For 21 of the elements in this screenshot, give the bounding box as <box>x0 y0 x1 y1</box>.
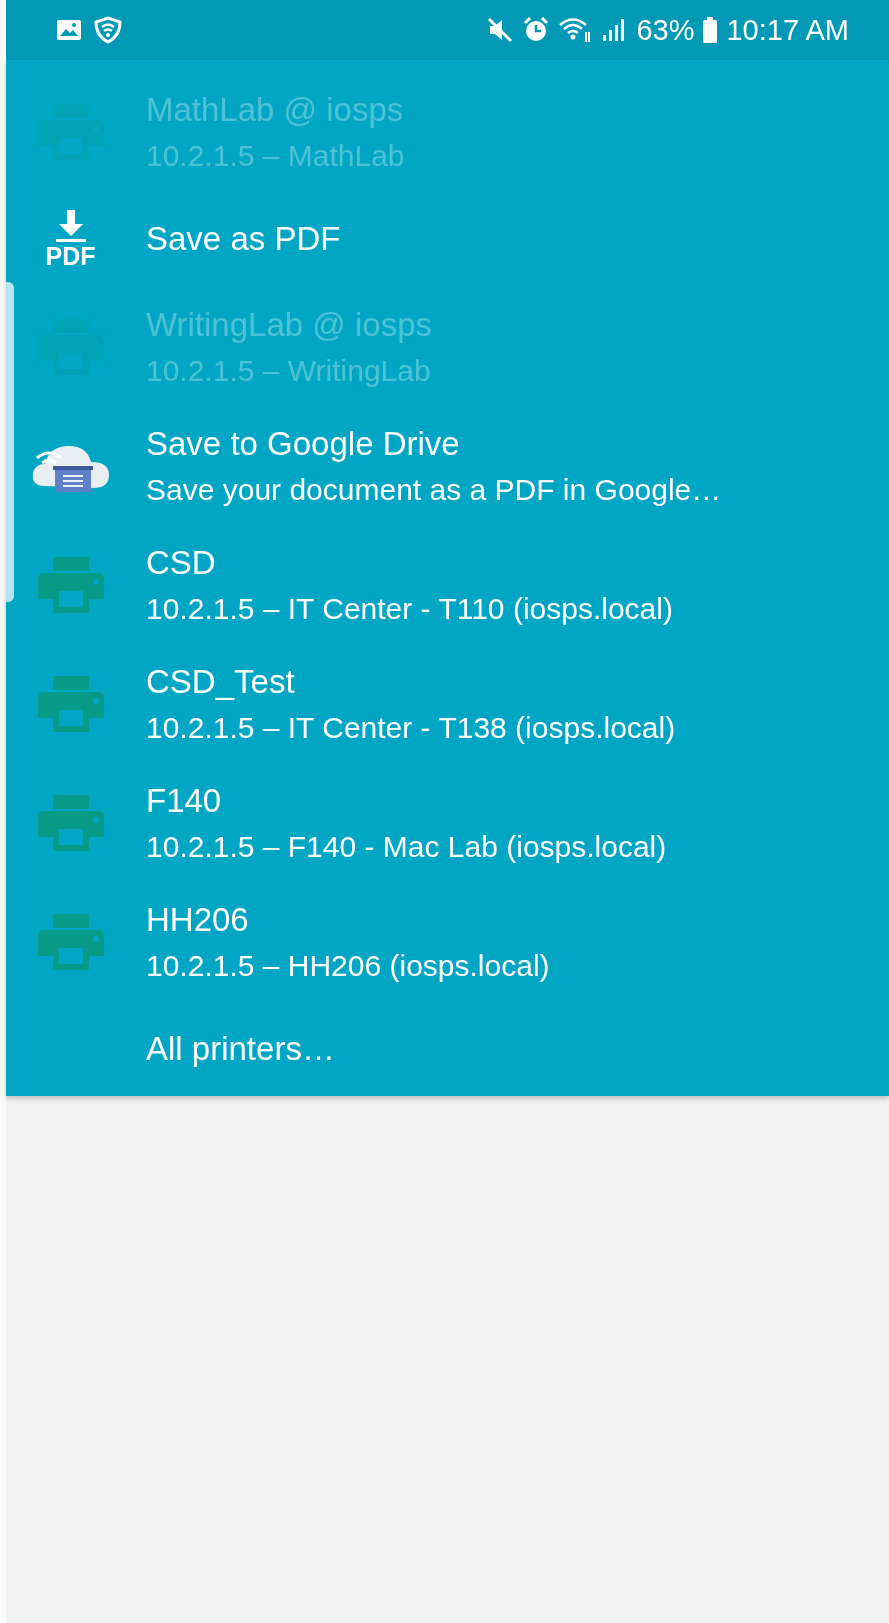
alarm-clock-icon <box>522 16 551 44</box>
printer-icon <box>37 556 104 613</box>
printer-menu-item[interactable]: PDF Save as PDF <box>15 191 889 287</box>
printer-menu-item[interactable]: CSD 10.2.1.5 – IT Center - T110 (iosps.local) <box>15 525 889 644</box>
image-icon <box>56 19 82 41</box>
printer-icon <box>37 913 104 970</box>
clock-time: 10:17 AM <box>726 13 849 47</box>
printer-menu-item[interactable]: Save to Google Drive Save your document as a PDF in Google… <box>15 406 889 525</box>
all-printers-item[interactable]: All printers… <box>15 1001 889 1096</box>
printer-icon <box>37 794 104 851</box>
battery-icon <box>702 16 719 44</box>
pdf-label: PDF <box>45 243 96 269</box>
shield-wifi-icon <box>94 16 122 44</box>
printer-icon <box>37 675 104 732</box>
printer-menu-item[interactable]: F140 10.2.1.5 – F140 - Mac Lab (iosps.local) <box>15 763 889 882</box>
battery-percentage: 63% <box>636 13 695 47</box>
mute-icon <box>486 16 515 44</box>
printer-menu-item[interactable]: CSD_Test 10.2.1.5 – IT Center - T138 (iosps.local) <box>15 644 889 763</box>
edge-panel-handle[interactable] <box>6 282 14 602</box>
printer-menu-item[interactable]: HH206 10.2.1.5 – HH206 (iosps.local) <box>15 882 889 1001</box>
download-icon <box>55 209 86 242</box>
